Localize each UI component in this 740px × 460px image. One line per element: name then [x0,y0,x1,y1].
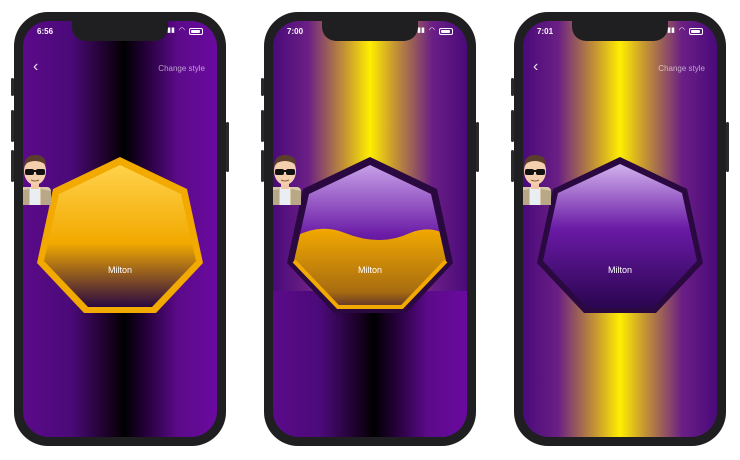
heptagon-badge[interactable]: Milton [23,151,205,319]
back-button[interactable]: ‹ [33,59,51,77]
badge-name: Milton [357,265,382,275]
change-style-button[interactable]: Change style [658,64,705,73]
power-button [226,122,229,172]
status-icons: ▮▮▮ ◠ [163,27,203,35]
volume-up-button [261,110,264,142]
wifi-icon: ◠ [428,27,435,34]
volume-up-button [511,110,514,142]
mute-switch [261,78,264,96]
heptagon-badge[interactable]: Milton [273,151,455,319]
phone-1: 6:56 ▮▮▮ ◠ ‹ Change style Milton [11,12,229,446]
battery-icon [689,27,703,35]
badge-name: Milton [607,265,632,275]
volume-down-button [261,150,264,182]
phone-3: 7:01 ▮▮▮ ◠ ‹ Change style Milton [511,12,729,446]
wifi-icon: ◠ [178,27,185,34]
change-style-button[interactable]: Change style [158,64,205,73]
avatar [523,155,551,205]
notch [72,21,168,41]
volume-down-button [511,150,514,182]
heptagon-badge[interactable]: Milton [523,151,705,319]
screen: 7:01 ▮▮▮ ◠ ‹ Change style Milton [523,21,717,437]
avatar [23,155,51,205]
wifi-icon: ◠ [678,27,685,34]
status-time: 7:00 [287,27,304,36]
volume-up-button [11,110,14,142]
status-icons: ▮▮▮ ◠ [413,27,453,35]
back-button[interactable]: ‹ [533,59,551,77]
avatar [273,155,301,205]
notch [322,21,418,41]
badge-name: Milton [107,265,132,275]
phone-2: 7:00 ▮▮▮ ◠ Milton [261,12,479,446]
notch [572,21,668,41]
power-button [726,122,729,172]
status-icons: ▮▮▮ ◠ [663,27,703,35]
mute-switch [511,78,514,96]
status-time: 7:01 [537,27,554,36]
power-button [476,122,479,172]
screen: 7:00 ▮▮▮ ◠ Milton [273,21,467,437]
battery-icon [189,27,203,35]
volume-down-button [11,150,14,182]
mute-switch [11,78,14,96]
battery-icon [439,27,453,35]
screen: 6:56 ▮▮▮ ◠ ‹ Change style Milton [23,21,217,437]
status-time: 6:56 [37,27,54,36]
